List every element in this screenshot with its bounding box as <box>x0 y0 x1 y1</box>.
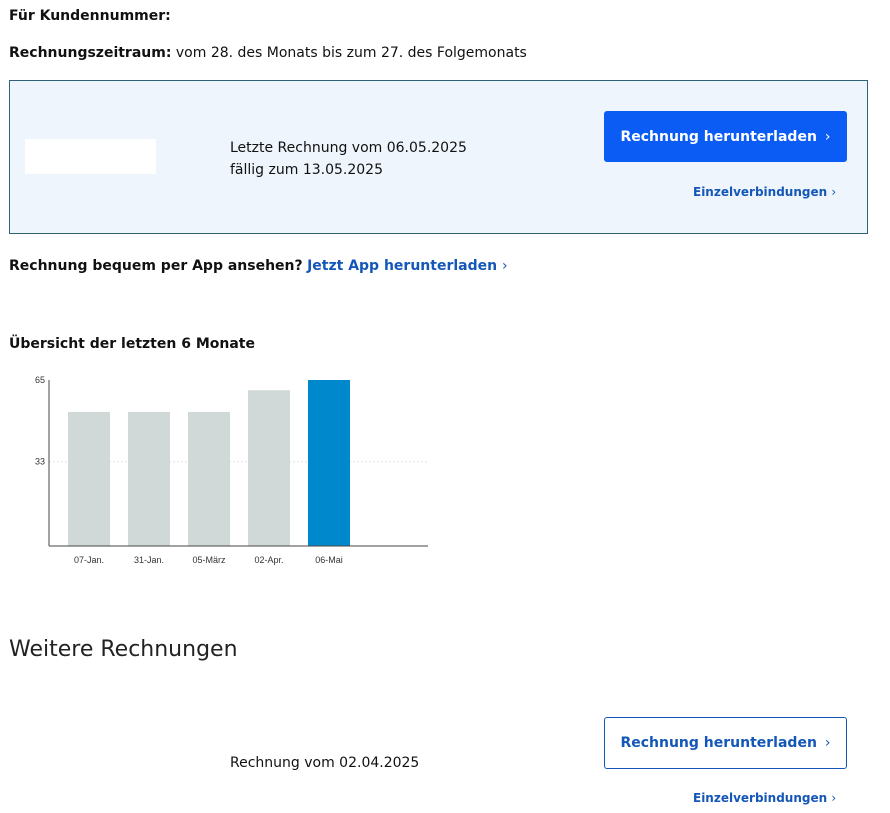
itemized-calls-link-2[interactable]: Einzelverbindungen › <box>693 791 836 805</box>
app-promo: Rechnung bequem per App ansehen? Jetzt A… <box>9 258 508 274</box>
x-tick-label: 06-Mai <box>315 555 343 565</box>
bar <box>248 390 290 546</box>
chevron-right-icon: › <box>831 791 837 805</box>
app-question: Rechnung bequem per App ansehen? <box>9 258 303 274</box>
chevron-right-icon: › <box>824 735 831 751</box>
chevron-right-icon: › <box>501 258 508 274</box>
x-tick-label: 07-Jan. <box>74 555 104 565</box>
download-latest-invoice-button[interactable]: Rechnung herunterladen › <box>604 111 847 162</box>
x-tick-label: 05-März <box>192 555 226 565</box>
x-tick-label: 02-Apr. <box>254 555 283 565</box>
bar <box>128 411 170 546</box>
link-label: Jetzt App herunterladen <box>307 258 498 274</box>
button-label: Rechnung herunterladen <box>620 128 817 145</box>
bar <box>68 411 110 546</box>
link-label: Einzelverbindungen <box>693 791 828 805</box>
bar <box>188 411 230 546</box>
latest-invoice-date: Letzte Rechnung vom 06.05.2025 <box>230 140 467 156</box>
chevron-right-icon: › <box>824 128 831 145</box>
y-tick-label: 33 <box>35 457 45 467</box>
chevron-right-icon: › <box>831 185 837 199</box>
link-label: Einzelverbindungen <box>693 185 828 199</box>
y-tick-label: 65 <box>35 375 45 385</box>
button-label: Rechnung herunterladen <box>620 735 817 751</box>
billing-period: Rechnungszeitraum: vom 28. des Monats bi… <box>9 45 527 61</box>
bar-chart: 33 65 07-Jan. 31-Jan. 05-März 02-Apr. 06-Mai <box>35 375 428 565</box>
x-tick-label: 31-Jan. <box>134 555 164 565</box>
latest-invoice-due: fällig zum 13.05.2025 <box>230 162 383 178</box>
invoice-date: Rechnung vom 02.04.2025 <box>230 755 420 771</box>
itemized-calls-link[interactable]: Einzelverbindungen › <box>693 185 836 199</box>
chart-title: Übersicht der letzten 6 Monate <box>9 336 255 352</box>
billing-period-value: vom 28. des Monats bis zum 27. des Folge… <box>175 45 527 61</box>
billing-period-label: Rechnungszeitraum: <box>9 45 172 61</box>
customer-number-label: Für Kundennummer: <box>9 8 171 24</box>
bar <box>308 380 350 546</box>
redacted-amount <box>25 139 156 174</box>
app-download-link[interactable]: Jetzt App herunterladen › <box>307 258 507 274</box>
more-invoices-title: Weitere Rechnungen <box>9 637 238 662</box>
download-invoice-button[interactable]: Rechnung herunterladen › <box>604 717 847 769</box>
latest-invoice-info: Letzte Rechnung vom 06.05.2025 fällig zu… <box>230 137 467 181</box>
